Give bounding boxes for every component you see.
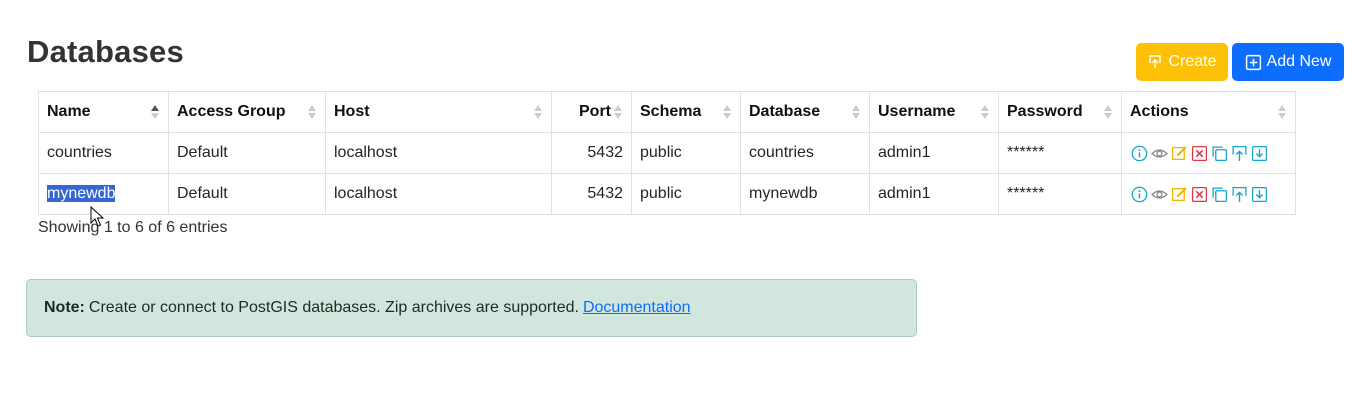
table-row: mynewdb Default localhost 5432 public my…: [38, 173, 1296, 215]
selected-text: mynewdb: [47, 185, 116, 202]
cell-host: localhost: [325, 132, 552, 174]
upload-icon: [1149, 55, 1162, 68]
sort-icon: [852, 105, 860, 119]
column-header-database[interactable]: Database: [740, 91, 870, 133]
note-label: Note:: [44, 299, 85, 316]
upload-icon[interactable]: [1230, 144, 1248, 162]
sort-icon: [534, 105, 542, 119]
create-button[interactable]: Create: [1136, 43, 1228, 81]
sort-icon: [1104, 105, 1112, 119]
column-header-schema[interactable]: Schema: [631, 91, 741, 133]
cell-password: ******: [998, 173, 1122, 215]
column-header-host[interactable]: Host: [325, 91, 552, 133]
eye-icon[interactable]: [1150, 144, 1168, 162]
cell-database: mynewdb: [740, 173, 870, 215]
sort-icon: [614, 105, 622, 119]
plus-square-icon: [1245, 54, 1261, 70]
databases-table: Name Access Group Host Port Schema Datab…: [38, 91, 1296, 215]
cell-schema: public: [631, 132, 741, 174]
download-icon[interactable]: [1250, 144, 1268, 162]
cell-actions: [1121, 132, 1296, 174]
page-title: Databases: [27, 34, 184, 69]
sort-asc-icon: [151, 105, 159, 119]
documentation-link[interactable]: Documentation: [583, 299, 691, 317]
delete-icon[interactable]: [1190, 144, 1208, 162]
cell-database: countries: [740, 132, 870, 174]
cell-access-group: Default: [168, 173, 326, 215]
cell-password: ******: [998, 132, 1122, 174]
table-info: Showing 1 to 6 of 6 entries: [38, 219, 228, 236]
add-new-button-label: Add New: [1266, 53, 1332, 70]
row-actions: [1130, 144, 1287, 162]
table-header-row: Name Access Group Host Port Schema Datab…: [38, 91, 1296, 133]
cell-name: countries: [38, 132, 169, 174]
note-text: Create or connect to PostGIS databases. …: [88, 299, 579, 316]
table-row: countries Default localhost 5432 public …: [38, 132, 1296, 174]
sort-icon: [723, 105, 731, 119]
column-header-access-group[interactable]: Access Group: [168, 91, 326, 133]
column-header-name[interactable]: Name: [38, 91, 169, 133]
cell-username: admin1: [869, 173, 999, 215]
cell-host: localhost: [325, 173, 552, 215]
download-icon[interactable]: [1250, 185, 1268, 203]
add-new-button[interactable]: Add New: [1232, 43, 1344, 81]
edit-icon[interactable]: [1170, 185, 1188, 203]
delete-icon[interactable]: [1190, 185, 1208, 203]
copy-icon[interactable]: [1210, 185, 1228, 203]
column-header-port[interactable]: Port: [551, 91, 632, 133]
cell-schema: public: [631, 173, 741, 215]
row-actions: [1130, 185, 1287, 203]
note-alert: Note: Create or connect to PostGIS datab…: [26, 279, 917, 337]
create-button-label: Create: [1168, 53, 1217, 70]
cell-port: 5432: [551, 173, 632, 215]
cell-actions: [1121, 173, 1296, 215]
cell-access-group: Default: [168, 132, 326, 174]
info-icon[interactable]: [1130, 185, 1148, 203]
mouse-cursor-icon: [90, 206, 104, 227]
upload-icon[interactable]: [1230, 185, 1248, 203]
sort-icon: [981, 105, 989, 119]
column-header-actions[interactable]: Actions: [1121, 91, 1296, 133]
info-icon[interactable]: [1130, 144, 1148, 162]
sort-icon: [1278, 105, 1286, 119]
edit-icon[interactable]: [1170, 144, 1188, 162]
copy-icon[interactable]: [1210, 144, 1228, 162]
eye-icon[interactable]: [1150, 185, 1168, 203]
cell-username: admin1: [869, 132, 999, 174]
cell-port: 5432: [551, 132, 632, 174]
column-header-username[interactable]: Username: [869, 91, 999, 133]
column-header-password[interactable]: Password: [998, 91, 1122, 133]
sort-icon: [308, 105, 316, 119]
